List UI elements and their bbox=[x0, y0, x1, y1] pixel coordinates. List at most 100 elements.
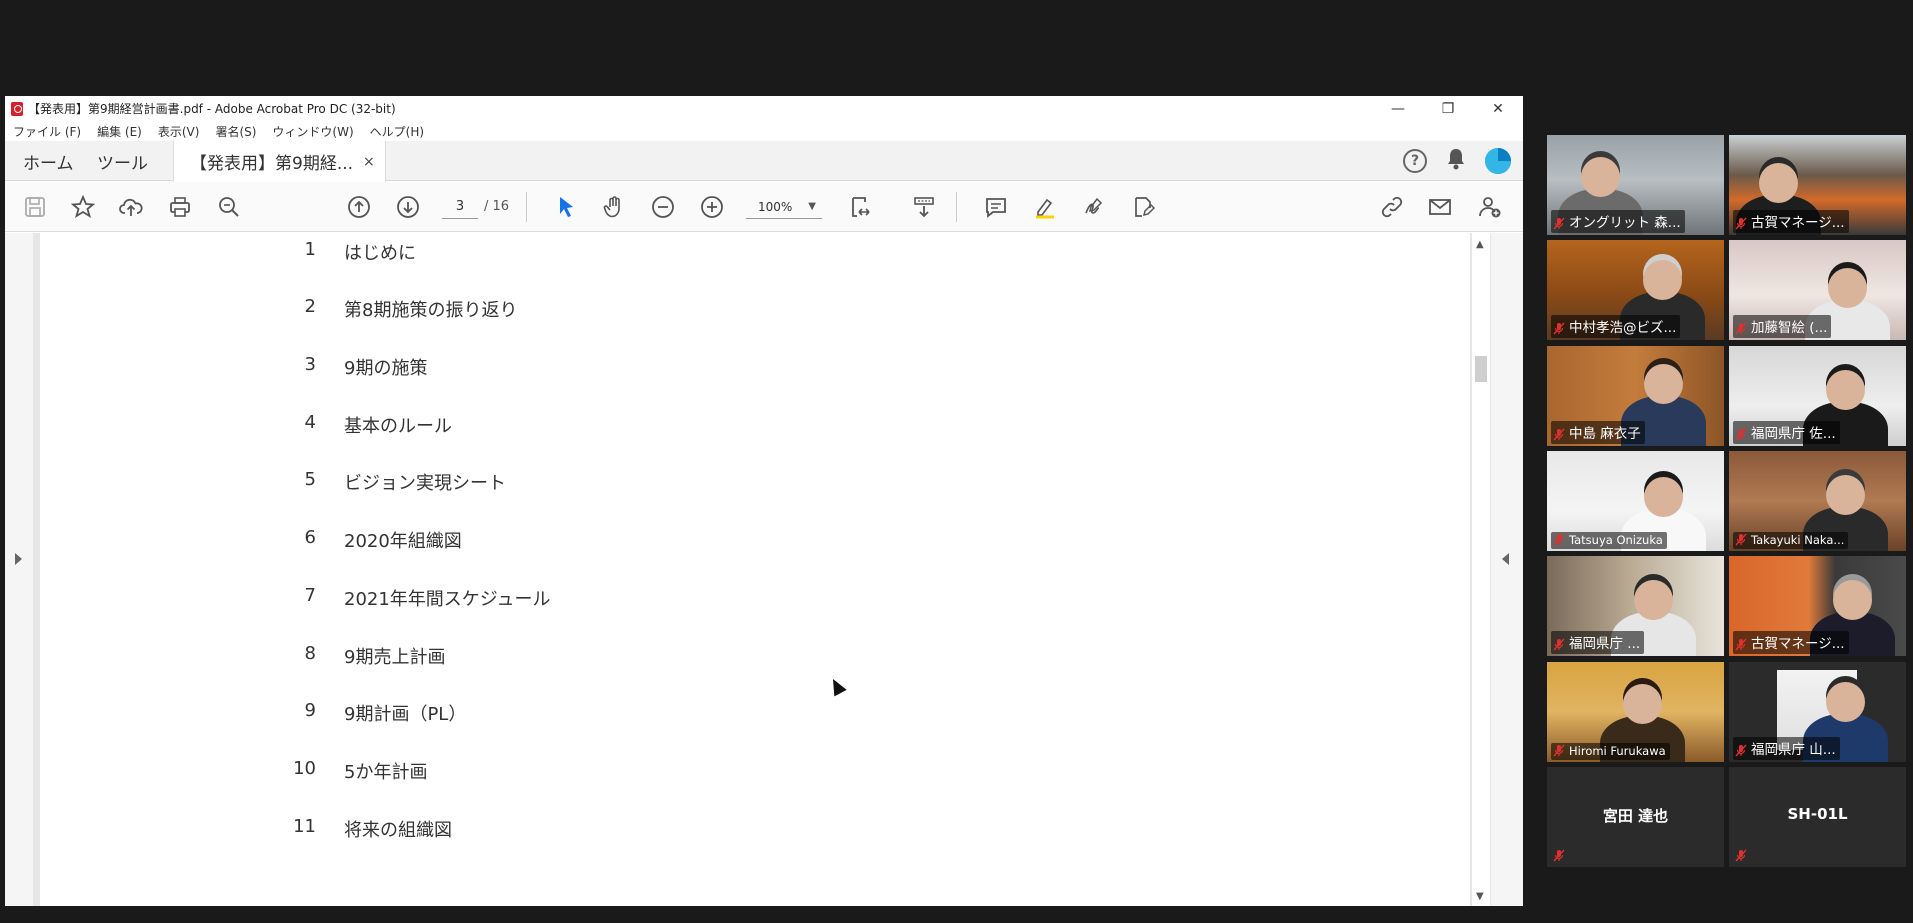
participant-tile[interactable]: 加藤智絵 (... bbox=[1729, 240, 1906, 340]
edit-document-icon[interactable] bbox=[1130, 194, 1156, 220]
participant-tile[interactable]: 中村孝浩@ビズ... bbox=[1547, 240, 1724, 340]
scroll-down-icon[interactable]: ▼ bbox=[1476, 891, 1484, 902]
pdf-page: 1 はじめに 2 第8期施策の振り返り 3 9期の施策 4 基本のルール 5 ビジョン実現シート 6… bbox=[40, 233, 1470, 906]
window-title: 【発表用】第9期経営計画書.pdf - Adobe Acrobat Pro DC… bbox=[28, 102, 396, 116]
participant-name: 中村孝浩@ビズ... bbox=[1551, 315, 1681, 338]
participant-tile[interactable]: Takayuki Naka... bbox=[1729, 451, 1906, 551]
bell-icon[interactable] bbox=[1445, 147, 1467, 175]
chevron-right-icon bbox=[15, 553, 22, 565]
tab-home[interactable]: ホーム bbox=[23, 141, 74, 181]
participant-name: 宮田 達也 bbox=[1602, 807, 1669, 825]
left-panel-toggle[interactable] bbox=[5, 233, 33, 906]
tab-document[interactable]: 【発表用】第9期経... × bbox=[173, 141, 386, 182]
participant-name: SH-01L bbox=[1787, 805, 1848, 823]
hand-tool-icon[interactable] bbox=[601, 194, 627, 220]
highlight-pen-icon[interactable] bbox=[1032, 194, 1058, 220]
restore-button[interactable]: ❐ bbox=[1423, 96, 1473, 121]
muted-mic-icon bbox=[1553, 428, 1565, 441]
vertical-scrollbar[interactable]: ▲ ▼ bbox=[1472, 233, 1490, 906]
page-down-icon[interactable] bbox=[395, 194, 421, 220]
scrollbar-thumb[interactable] bbox=[1475, 356, 1487, 382]
menu-sign[interactable]: 署名(S) bbox=[215, 123, 256, 140]
cloud-upload-icon[interactable] bbox=[118, 194, 144, 220]
screen: 【発表用】第9期経営計画書.pdf - Adobe Acrobat Pro DC… bbox=[0, 0, 1913, 923]
participant-name: Tatsuya Onizuka bbox=[1551, 532, 1667, 549]
muted-mic-icon bbox=[1553, 533, 1565, 546]
toolbar: 3 / 16 100% ▼ bbox=[5, 182, 1523, 232]
share-link-icon[interactable] bbox=[1379, 194, 1405, 220]
tab-close-icon[interactable]: × bbox=[363, 154, 375, 170]
comment-icon[interactable] bbox=[983, 194, 1009, 220]
participant-tile[interactable]: オングリット 森... bbox=[1547, 135, 1724, 235]
participant-head bbox=[1759, 163, 1799, 203]
participant-tile[interactable]: 福岡県庁 山... bbox=[1729, 662, 1906, 762]
scroll-mode-icon[interactable] bbox=[911, 194, 937, 220]
toc-title: 9期の施策 bbox=[344, 358, 428, 379]
toc-number: 4 bbox=[304, 412, 316, 433]
tab-bar: ホーム ツール 【発表用】第9期経... × ? bbox=[5, 141, 1523, 182]
toc-number: 1 bbox=[304, 239, 316, 260]
minimize-button[interactable]: — bbox=[1373, 96, 1423, 121]
muted-mic-icon bbox=[1553, 322, 1565, 335]
participant-name: 福岡県庁 佐... bbox=[1733, 421, 1840, 444]
zoom-level-select[interactable]: 100% ▼ bbox=[746, 195, 822, 219]
participant-tile[interactable]: 古賀マネージ... bbox=[1729, 135, 1906, 235]
email-icon[interactable] bbox=[1427, 194, 1453, 220]
toc-number: 8 bbox=[304, 643, 316, 664]
toc-number: 11 bbox=[293, 816, 316, 837]
menu-bar: ファイル (F) 編集 (E) 表示(V) 署名(S) ウィンドウ(W) ヘルプ… bbox=[5, 121, 1523, 141]
menu-help[interactable]: ヘルプ(H) bbox=[370, 123, 424, 140]
page-up-icon[interactable] bbox=[346, 194, 372, 220]
help-icon[interactable]: ? bbox=[1403, 149, 1427, 173]
muted-mic-icon bbox=[1735, 849, 1747, 862]
print-icon[interactable] bbox=[167, 194, 193, 220]
participant-tile[interactable]: 古賀マネージ... bbox=[1729, 556, 1906, 656]
participant-tile[interactable]: SH-01L bbox=[1729, 767, 1906, 867]
zoom-out-icon[interactable] bbox=[650, 194, 676, 220]
menu-file[interactable]: ファイル (F) bbox=[13, 123, 81, 140]
participant-head bbox=[1580, 157, 1620, 197]
page-fit-icon[interactable] bbox=[848, 194, 874, 220]
zoom-in-icon[interactable] bbox=[699, 194, 725, 220]
select-cursor-icon[interactable] bbox=[553, 194, 579, 220]
muted-mic-icon bbox=[1735, 744, 1747, 757]
page-number-input[interactable]: 3 bbox=[442, 195, 478, 219]
menu-edit[interactable]: 編集 (E) bbox=[97, 123, 142, 140]
star-icon[interactable] bbox=[70, 194, 96, 220]
participant-head bbox=[1642, 260, 1682, 300]
participant-tile[interactable]: 中島 麻衣子 bbox=[1547, 346, 1724, 446]
toc-title: 9期計画（PL） bbox=[344, 704, 467, 725]
participant-tile[interactable]: Tatsuya Onizuka bbox=[1547, 451, 1724, 551]
sign-icon[interactable] bbox=[1081, 194, 1107, 220]
acrobat-window: 【発表用】第9期経営計画書.pdf - Adobe Acrobat Pro DC… bbox=[5, 96, 1523, 906]
add-user-icon[interactable] bbox=[1477, 194, 1503, 220]
close-window-button[interactable]: ✕ bbox=[1473, 96, 1523, 121]
participant-head bbox=[1828, 268, 1868, 308]
participant-tile[interactable]: 福岡県庁 ... bbox=[1547, 556, 1724, 656]
participant-name: 古賀マネージ... bbox=[1733, 210, 1849, 233]
toc-title: 第8期施策の振り返り bbox=[344, 300, 518, 321]
title-bar: 【発表用】第9期経営計画書.pdf - Adobe Acrobat Pro DC… bbox=[5, 96, 1523, 121]
participant-name: 加藤智絵 (... bbox=[1733, 315, 1832, 338]
participant-tile[interactable]: 福岡県庁 佐... bbox=[1729, 346, 1906, 446]
participant-tile[interactable]: 宮田 達也 bbox=[1547, 767, 1724, 867]
tab-tools[interactable]: ツール bbox=[97, 141, 148, 181]
muted-mic-icon bbox=[1735, 322, 1747, 335]
zoom-level-value: 100% bbox=[758, 200, 793, 214]
zoom-search-icon[interactable] bbox=[216, 194, 242, 220]
scroll-up-icon[interactable]: ▲ bbox=[1476, 239, 1484, 250]
save-icon[interactable] bbox=[22, 194, 48, 220]
muted-mic-icon bbox=[1553, 849, 1565, 862]
participant-head bbox=[1633, 580, 1673, 620]
menu-view[interactable]: 表示(V) bbox=[158, 123, 200, 140]
menu-window[interactable]: ウィンドウ(W) bbox=[272, 123, 353, 140]
participant-tile[interactable]: Hiromi Furukawa bbox=[1547, 662, 1724, 762]
participant-name: 福岡県庁 山... bbox=[1733, 737, 1840, 760]
muted-mic-icon bbox=[1553, 638, 1565, 651]
acrobat-logo-icon bbox=[11, 101, 23, 116]
right-panel-toggle[interactable] bbox=[1491, 233, 1523, 906]
toc-number: 7 bbox=[304, 585, 316, 606]
account-avatar-icon[interactable] bbox=[1485, 148, 1511, 174]
toc-title: 2020年組織図 bbox=[344, 531, 462, 552]
muted-mic-icon bbox=[1735, 638, 1747, 651]
